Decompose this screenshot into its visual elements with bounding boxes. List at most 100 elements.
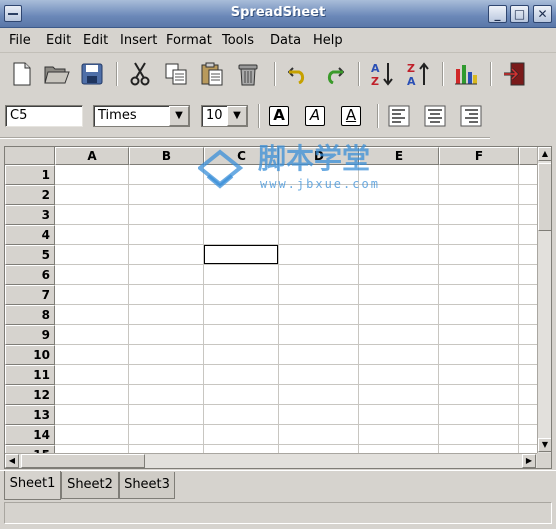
grid-line [55,324,537,325]
row-header-2[interactable]: 2 [5,185,55,205]
title-bar: SpreadSheet _ □ ✕ [0,0,556,28]
spreadsheet-grid[interactable]: ABCDEF 123456789101112131415 ▲ ▼ ◀ ▶ [4,146,552,469]
menu-format[interactable]: Format [166,33,212,48]
row-header-6[interactable]: 6 [5,265,55,285]
bold-icon: A [269,106,289,126]
paste-icon[interactable] [198,60,226,88]
chevron-down-icon[interactable]: ▼ [169,106,189,126]
vertical-scrollbar[interactable]: ▲ ▼ [537,147,551,453]
row-header-3[interactable]: 3 [5,205,55,225]
row-header-11[interactable]: 11 [5,365,55,385]
toolbar-separator [116,62,118,86]
menu-help[interactable]: Help [313,33,343,48]
close-button[interactable]: ✕ [533,5,552,23]
grid-line [518,165,519,453]
cell-area[interactable] [55,165,537,453]
grid-line [55,284,537,285]
sheet-tab-bar: Sheet1 Sheet2 Sheet3 [0,470,556,500]
row-header-9[interactable]: 9 [5,325,55,345]
row-header-1[interactable]: 1 [5,165,55,185]
tab-sheet2[interactable]: Sheet2 [61,472,119,499]
row-header-10[interactable]: 10 [5,345,55,365]
horizontal-scrollbar[interactable]: ◀ ▶ [5,453,537,468]
grid-line [55,344,537,345]
cell-reference-field[interactable]: C5 [5,105,83,127]
column-header-e[interactable]: E [359,147,439,165]
grid-line [55,444,537,445]
grid-line [203,165,204,453]
row-header-7[interactable]: 7 [5,285,55,305]
bold-button[interactable]: A [267,104,291,128]
scroll-left-icon[interactable]: ◀ [5,454,19,468]
align-center-button[interactable] [423,104,447,128]
maximize-button[interactable]: □ [510,5,529,23]
minimize-button[interactable]: _ [488,5,507,23]
menu-insert[interactable]: Insert [120,33,157,48]
menu-tools[interactable]: Tools [222,33,254,48]
grid-line [55,424,537,425]
grid-line [128,165,129,453]
row-header-12[interactable]: 12 [5,385,55,405]
align-right-button[interactable] [459,104,483,128]
menu-data[interactable]: Data [270,33,301,48]
row-header-13[interactable]: 13 [5,405,55,425]
toolbar-separator [274,62,276,86]
open-folder-icon[interactable] [43,60,71,88]
font-name-select[interactable]: Times ▼ [93,105,190,127]
horizontal-scroll-thumb[interactable] [21,454,145,468]
svg-text:Z: Z [371,75,379,87]
main-toolbar: AZ ZA [0,54,556,94]
font-name-value: Times [98,108,137,123]
scroll-down-icon[interactable]: ▼ [538,438,551,452]
scroll-up-icon[interactable]: ▲ [538,147,551,161]
delete-trash-icon[interactable] [234,60,262,88]
menu-edit-2[interactable]: Edit [83,33,108,48]
svg-text:A: A [371,62,380,75]
redo-arrow-icon[interactable] [320,60,348,88]
italic-icon: A [305,106,325,126]
toolbar-separator [490,62,492,86]
tab-sheet1[interactable]: Sheet1 [4,471,61,500]
italic-button[interactable]: A [303,104,327,128]
scroll-right-icon[interactable]: ▶ [522,454,536,468]
font-size-select[interactable]: 10 ▼ [201,105,248,127]
sort-ascending-icon[interactable]: AZ [368,60,396,88]
column-header-c[interactable]: C [204,147,279,165]
align-left-button[interactable] [387,104,411,128]
undo-arrow-icon[interactable] [284,60,312,88]
chevron-down-icon[interactable]: ▼ [227,106,247,126]
row-header-8[interactable]: 8 [5,305,55,325]
chart-icon[interactable] [452,60,480,88]
toolbar-separator [358,62,360,86]
select-all-corner[interactable] [5,147,55,165]
row-header-5[interactable]: 5 [5,245,55,265]
svg-text:A: A [407,75,416,87]
sort-descending-icon[interactable]: ZA [404,60,432,88]
vertical-scroll-thumb[interactable] [538,163,551,231]
grid-line [358,165,359,453]
selected-cell[interactable] [203,244,279,265]
scroll-corner [537,453,551,468]
toolbar-divider [0,137,490,139]
cut-scissors-icon[interactable] [126,60,154,88]
column-header-d[interactable]: D [279,147,359,165]
toolbar-separator [258,104,260,128]
grid-line [55,304,537,305]
grid-line [55,184,537,185]
row-header-14[interactable]: 14 [5,425,55,445]
save-disk-icon[interactable] [78,60,106,88]
underline-icon: A [341,106,361,126]
menu-file[interactable]: File [9,33,31,48]
underline-button[interactable]: A [339,104,363,128]
column-header-b[interactable]: B [129,147,204,165]
new-file-icon[interactable] [8,60,36,88]
row-header-4[interactable]: 4 [5,225,55,245]
grid-line [55,224,537,225]
copy-icon[interactable] [162,60,190,88]
column-header-f[interactable]: F [439,147,519,165]
column-header-a[interactable]: A [55,147,129,165]
exit-icon[interactable] [500,60,528,88]
align-right-icon [460,105,482,127]
tab-sheet3[interactable]: Sheet3 [119,472,175,499]
menu-edit[interactable]: Edit [46,33,71,48]
